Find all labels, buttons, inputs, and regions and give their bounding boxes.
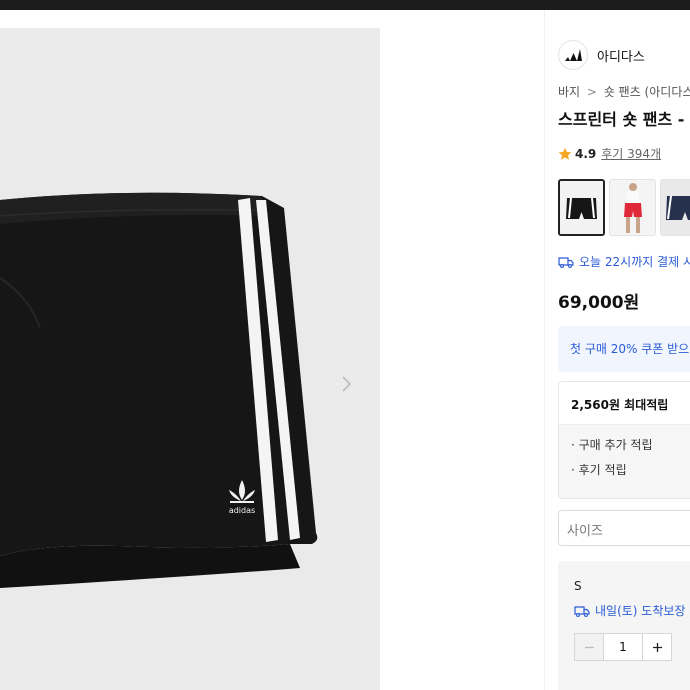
chevron-right-icon[interactable] [336, 372, 356, 396]
coupon-banner[interactable]: 첫 구매 20% 쿠폰 받으 [558, 326, 690, 372]
reviews-link[interactable]: 후기 394개 [601, 145, 661, 162]
color-thumbnails [558, 179, 690, 236]
coupon-text: 첫 구매 20% 쿠폰 받으 [570, 342, 690, 356]
breadcrumb-separator: > [586, 85, 597, 99]
arrival-guarantee-text: 내일(토) 도착보장 [595, 604, 686, 618]
selected-size: S [574, 579, 582, 593]
quantity-value[interactable]: 1 [603, 634, 643, 660]
truck-icon [574, 605, 590, 617]
size-dropdown-placeholder: 사이즈 [567, 524, 603, 539]
product-title: 스프린터 숏 팬츠 - [558, 110, 685, 129]
breadcrumb-item-category[interactable]: 바지 [558, 85, 580, 99]
points-details: · 구매 추가 적립 · 후기 적립 [559, 424, 690, 498]
breadcrumb: 바지 > 숏 팬츠 (아디다스) [558, 83, 690, 100]
product-photo: adidas [0, 28, 380, 690]
color-thumbnail-navy[interactable] [660, 179, 690, 236]
product-rating: 4.9 후기 394개 [558, 145, 661, 162]
product-price: 69,000원 [558, 293, 640, 313]
quantity-increase-button[interactable] [643, 634, 671, 660]
product-info-panel: 아디다스 바지 > 숏 팬츠 (아디다스) 스프린터 숏 팬츠 - 4.9 후기… [558, 10, 690, 690]
rating-score: 4.9 [575, 146, 597, 161]
svg-text:adidas: adidas [229, 506, 255, 515]
brand-name: 아디다스 [597, 49, 645, 65]
delivery-text: 오늘 22시까지 결제 시 [579, 255, 690, 269]
points-item: · 구매 추가 적립 [571, 438, 653, 452]
quantity-decrease-button[interactable] [575, 634, 603, 660]
delivery-info: 오늘 22시까지 결제 시 [558, 253, 690, 270]
arrival-guarantee: 내일(토) 도착보장 [574, 602, 690, 619]
plus-icon [652, 642, 662, 652]
minus-icon [584, 646, 594, 648]
star-icon [558, 147, 572, 160]
truck-icon [558, 256, 574, 268]
color-thumbnail-red[interactable] [609, 179, 656, 236]
brand-link[interactable]: 아디다스 [558, 40, 645, 70]
points-item: · 후기 적립 [571, 463, 627, 477]
points-box: 2,560원 최대적립 · 구매 추가 적립 · 후기 적립 [558, 381, 690, 499]
product-image-gallery[interactable]: adidas [0, 28, 380, 690]
breadcrumb-item-subcategory[interactable]: 숏 팬츠 (아디다스) [604, 85, 690, 99]
top-bar [0, 0, 690, 10]
adidas-mountain-logo-icon [558, 40, 588, 70]
selected-option-box: S 내일(토) 도착보장 1 [558, 561, 690, 690]
quantity-stepper: 1 [574, 633, 672, 661]
color-thumbnail-black[interactable] [558, 179, 605, 236]
points-title: 2,560원 최대적립 [559, 382, 690, 424]
size-dropdown[interactable]: 사이즈 [558, 510, 690, 546]
column-divider [544, 10, 545, 690]
